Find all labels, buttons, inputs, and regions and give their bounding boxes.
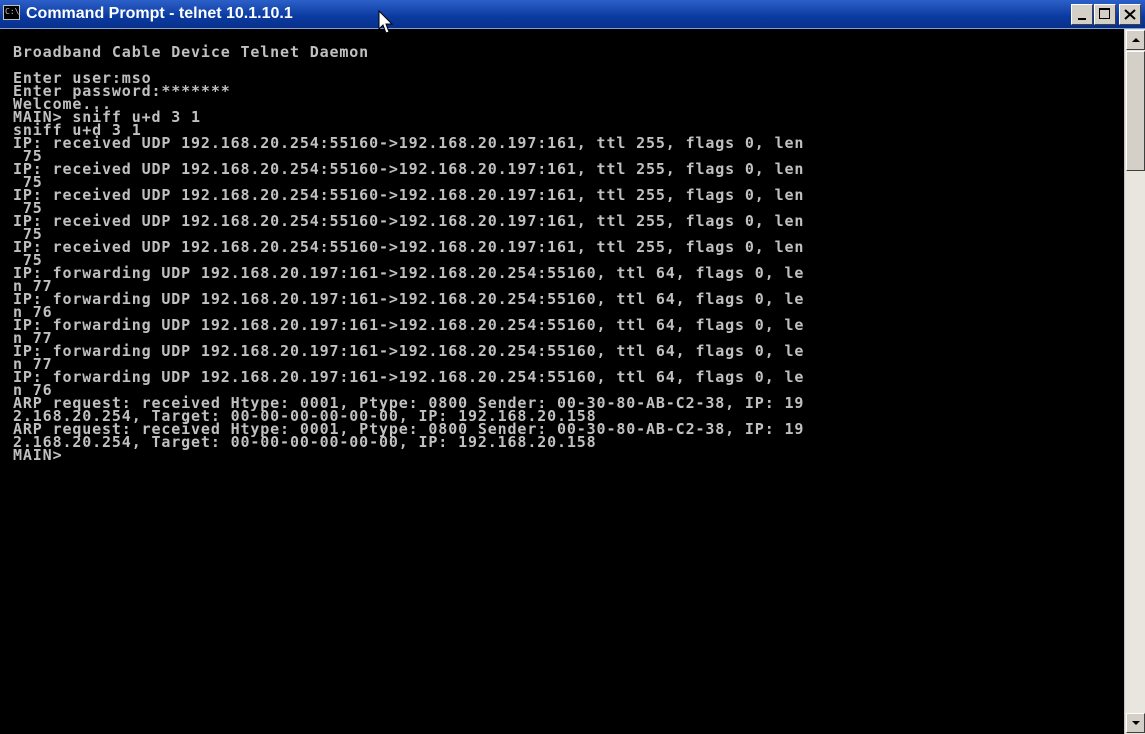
console-line: Enter password:******* — [13, 82, 231, 100]
console-line: IP: received UDP 192.168.20.254:55160->1… — [13, 134, 805, 152]
console-line: IP: received UDP 192.168.20.254:55160->1… — [13, 160, 805, 178]
vertical-scrollbar[interactable] — [1124, 29, 1145, 734]
close-button[interactable] — [1119, 4, 1141, 25]
console-lines: Broadband Cable Device Telnet Daemon Ente… — [13, 43, 805, 463]
console-line: IP: forwarding UDP 192.168.20.197:161->1… — [13, 290, 805, 308]
console-line: IP: forwarding UDP 192.168.20.197:161->1… — [13, 316, 805, 334]
arrow-down-icon — [1132, 721, 1140, 725]
console-line: IP: received UDP 192.168.20.254:55160->1… — [13, 212, 805, 230]
close-icon — [1124, 9, 1136, 20]
title-bar[interactable]: C:\ Command Prompt - telnet 10.1.10.1 — [0, 0, 1145, 29]
console-line: IP: received UDP 192.168.20.254:55160->1… — [13, 186, 805, 204]
maximize-button[interactable] — [1094, 4, 1116, 25]
console-line: IP: forwarding UDP 192.168.20.197:161->1… — [13, 264, 805, 282]
scroll-thumb[interactable] — [1126, 51, 1145, 171]
arrow-up-icon — [1132, 38, 1140, 42]
console-line: Broadband Cable Device Telnet Daemon — [13, 43, 370, 61]
console-line: IP: received UDP 192.168.20.254:55160->1… — [13, 238, 805, 256]
command-prompt-icon[interactable]: C:\ — [3, 5, 20, 20]
console-line: IP: forwarding UDP 192.168.20.197:161->1… — [13, 342, 805, 360]
command-prompt-window: C:\ Command Prompt - telnet 10.1.10.1 Br… — [0, 0, 1145, 734]
console-line: IP: forwarding UDP 192.168.20.197:161->1… — [13, 368, 805, 386]
minimize-button[interactable] — [1071, 4, 1093, 25]
console-output[interactable]: Broadband Cable Device Telnet Daemon Ente… — [0, 29, 1124, 734]
scroll-up-button[interactable] — [1126, 30, 1145, 50]
scroll-down-button[interactable] — [1126, 713, 1145, 733]
mouse-pointer-icon — [378, 10, 394, 34]
window-title: Command Prompt - telnet 10.1.10.1 — [26, 5, 293, 22]
